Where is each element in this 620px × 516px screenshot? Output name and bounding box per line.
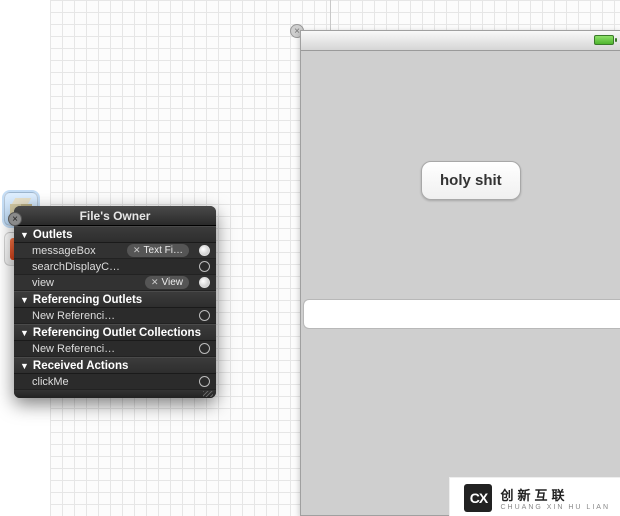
outlet-row[interactable]: messageBox ✕Text Fi… bbox=[14, 243, 216, 259]
outlet-row[interactable]: New Referencing Outlet Colle… bbox=[14, 341, 216, 357]
disclosure-triangle-icon: ▼ bbox=[20, 358, 29, 375]
holy-shit-button[interactable]: holy shit bbox=[421, 161, 521, 200]
outlet-label: view bbox=[32, 277, 121, 289]
message-text-field[interactable] bbox=[303, 299, 620, 329]
disclosure-triangle-icon: ▼ bbox=[20, 227, 29, 244]
section-label: Referencing Outlet Collections bbox=[33, 327, 201, 339]
section-referencing-outlets[interactable]: ▼ Referencing Outlets bbox=[14, 291, 216, 308]
connection-port[interactable] bbox=[199, 277, 210, 288]
connection-port[interactable] bbox=[199, 261, 210, 272]
section-label: Referencing Outlets bbox=[33, 294, 142, 306]
device-content[interactable]: holy shit bbox=[301, 51, 620, 515]
section-label: Received Actions bbox=[33, 360, 128, 372]
close-icon: × bbox=[12, 214, 18, 225]
disclosure-triangle-icon: ▼ bbox=[20, 292, 29, 309]
section-received-actions[interactable]: ▼ Received Actions bbox=[14, 357, 216, 374]
watermark-logo: CX bbox=[464, 484, 492, 512]
connection-port[interactable] bbox=[199, 376, 210, 387]
outlet-label: New Referencing Outlet Colle… bbox=[32, 343, 121, 355]
section-outlets[interactable]: ▼ Outlets bbox=[14, 226, 216, 243]
watermark-line1: 创新互联 bbox=[500, 485, 610, 504]
connection-label: Text Fi… bbox=[144, 244, 183, 257]
simulated-device-view[interactable]: holy shit bbox=[300, 30, 620, 516]
connection-port[interactable] bbox=[199, 245, 210, 256]
section-referencing-outlet-collections[interactable]: ▼ Referencing Outlet Collections bbox=[14, 324, 216, 341]
outlet-row[interactable]: New Referencing Outlet bbox=[14, 308, 216, 324]
disconnect-icon[interactable]: ✕ bbox=[151, 276, 159, 289]
connection-pill[interactable]: ✕View bbox=[145, 276, 189, 289]
disconnect-icon[interactable]: ✕ bbox=[133, 244, 141, 257]
connection-label: View bbox=[162, 276, 184, 289]
action-row[interactable]: clickMe bbox=[14, 374, 216, 390]
outlet-label: messageBox bbox=[32, 245, 121, 257]
action-label: clickMe bbox=[32, 376, 121, 388]
hud-resize-handle[interactable] bbox=[14, 390, 216, 398]
status-bar bbox=[301, 31, 620, 51]
battery-icon bbox=[594, 35, 614, 45]
resize-grip-icon bbox=[203, 391, 213, 397]
connections-panel[interactable]: File's Owner ▼Outlets messageBox ✕Text F… bbox=[14, 206, 216, 398]
outlet-label: searchDisplayController bbox=[32, 261, 121, 273]
section-label: Outlets bbox=[33, 229, 73, 241]
watermark-line2: CHUANG XIN HU LIAN bbox=[500, 504, 610, 511]
connection-port[interactable] bbox=[199, 310, 210, 321]
outlet-row[interactable]: view ✕View bbox=[14, 275, 216, 291]
outlet-label: New Referencing Outlet bbox=[32, 310, 121, 322]
connection-pill[interactable]: ✕Text Fi… bbox=[127, 244, 189, 257]
watermark: CX 创新互联 CHUANG XIN HU LIAN bbox=[449, 477, 620, 516]
hud-close-button[interactable]: × bbox=[8, 212, 22, 226]
connection-port[interactable] bbox=[199, 343, 210, 354]
hud-title: File's Owner bbox=[14, 206, 216, 226]
outlet-row[interactable]: searchDisplayController bbox=[14, 259, 216, 275]
disclosure-triangle-icon: ▼ bbox=[20, 325, 29, 342]
